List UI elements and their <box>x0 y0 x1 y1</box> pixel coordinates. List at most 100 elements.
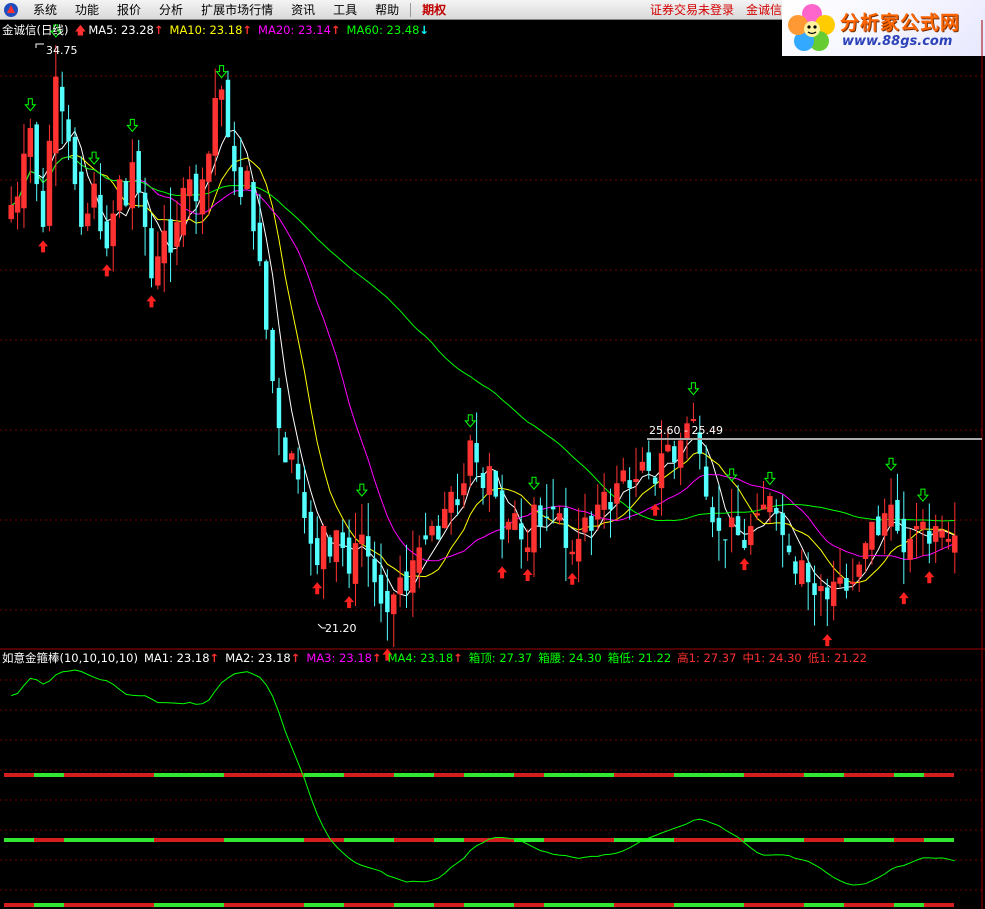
candle <box>14 181 21 230</box>
candle <box>710 496 715 538</box>
candle <box>448 486 454 535</box>
menu-analysis[interactable]: 分析 <box>150 0 192 20</box>
candle <box>748 513 754 555</box>
candle <box>881 498 888 555</box>
candle <box>486 452 493 512</box>
legend-box-low: 箱低: 21.22 <box>607 651 672 665</box>
candle <box>104 205 110 257</box>
menu-quote[interactable]: 报价 <box>108 0 150 20</box>
candle <box>575 507 582 583</box>
oscillator-line <box>11 669 955 886</box>
range-label: 25.60 - 25.49 <box>649 424 723 437</box>
candle <box>856 561 862 592</box>
candle <box>53 44 59 187</box>
candle <box>161 204 167 293</box>
candle <box>774 499 779 531</box>
candle <box>251 181 256 250</box>
candle <box>123 178 129 208</box>
ma60-line <box>10 156 955 522</box>
legend-box-top: 箱顶: 27.37 <box>468 651 533 665</box>
low-price-label: 21.20 <box>325 622 357 635</box>
candle <box>595 484 601 531</box>
menu-function[interactable]: 功能 <box>66 0 108 20</box>
candle <box>199 167 206 234</box>
candle <box>735 484 741 536</box>
candle <box>359 504 365 567</box>
candle <box>703 445 709 500</box>
candle <box>302 466 307 534</box>
legend-low1: 低1: 21.22 <box>807 651 867 665</box>
candle <box>442 491 448 529</box>
candle <box>340 519 345 567</box>
candle <box>79 156 84 235</box>
up-arrow-icon: 🡅 <box>74 23 87 37</box>
candle <box>455 473 460 516</box>
candle <box>728 488 735 553</box>
candle <box>519 498 524 569</box>
candle <box>952 502 958 574</box>
candle <box>786 533 792 556</box>
legend-ma20: MA20: 23.14↑ <box>258 23 341 37</box>
menu-options[interactable]: 期权 <box>413 0 455 20</box>
sell-arrow-icon <box>763 471 776 486</box>
candle <box>907 529 913 573</box>
buy-arrow-icon <box>101 264 112 277</box>
legend-mid1: 中1: 24.30 <box>742 651 802 665</box>
candle <box>505 518 512 543</box>
buy-arrow-icon <box>650 503 661 516</box>
buy-arrow-icon <box>924 571 935 584</box>
legend-high1: 高1: 27.37 <box>677 651 737 665</box>
candle <box>314 516 320 575</box>
app-logo-icon <box>4 2 18 17</box>
candle <box>524 529 531 562</box>
candle <box>416 535 422 589</box>
candle <box>404 544 409 608</box>
sell-arrow-icon <box>884 457 898 472</box>
candle <box>690 402 697 423</box>
trade-login-status[interactable]: 证券交易未登录 <box>650 0 734 20</box>
signal-markers <box>24 24 935 661</box>
legend-ma60: MA60: 23.48↓ <box>346 23 430 37</box>
buy-arrow-icon <box>497 566 508 579</box>
candle <box>677 432 684 486</box>
candle <box>142 177 148 256</box>
candle <box>257 193 263 267</box>
kline-chart[interactable]: 34.75 21.20 25.60 - 25.49 <box>0 20 985 909</box>
candle <box>333 529 340 583</box>
buy-arrow-icon <box>567 572 578 585</box>
moving-average-lines <box>10 129 956 597</box>
candle <box>920 509 926 556</box>
candle <box>238 137 243 205</box>
candle <box>244 165 250 190</box>
candle <box>850 558 856 591</box>
menu-news[interactable]: 资讯 <box>282 0 324 20</box>
legend-ma3: MA3: 23.18↑ <box>306 651 382 665</box>
sub-panel-title: 如意金箍棒(10,10,10,10) <box>2 651 138 665</box>
candle <box>225 70 231 138</box>
candle <box>493 470 498 499</box>
candle <box>288 450 295 473</box>
candle <box>391 592 397 648</box>
candle <box>913 502 920 559</box>
menu-tools[interactable]: 工具 <box>324 0 366 20</box>
menu-separator <box>410 2 412 17</box>
candle <box>116 175 123 218</box>
candle <box>901 491 907 585</box>
candle <box>436 515 441 541</box>
candle <box>844 563 849 599</box>
candle <box>397 555 403 608</box>
candle <box>793 556 798 585</box>
candle <box>21 124 27 228</box>
menu-help[interactable]: 帮助 <box>366 0 408 20</box>
candle <box>589 511 594 556</box>
menu-system[interactable]: 系统 <box>24 0 66 20</box>
menu-extended-market[interactable]: 扩展市场行情 <box>192 0 282 20</box>
buy-arrow-icon <box>739 558 750 571</box>
candle <box>352 512 359 607</box>
candle <box>295 447 301 494</box>
legend-ma5: MA5: 23.28↑ <box>88 23 164 37</box>
candle <box>620 457 627 484</box>
candle <box>320 523 327 599</box>
buy-arrow-icon <box>522 569 533 582</box>
candle <box>932 514 939 563</box>
